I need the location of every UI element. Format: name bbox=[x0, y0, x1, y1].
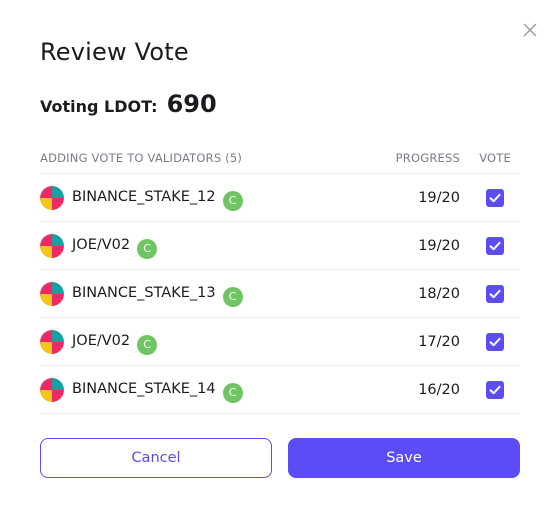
checkbox-check-icon bbox=[489, 289, 501, 299]
checkbox-check-icon bbox=[489, 385, 501, 395]
checkbox-check-icon bbox=[489, 241, 501, 251]
header-validators: ADDING VOTE TO VALIDATORS (5) bbox=[40, 151, 243, 165]
validator-progress: 19/20 bbox=[418, 190, 460, 206]
commission-badge: C bbox=[137, 335, 158, 355]
vote-checkbox[interactable] bbox=[486, 285, 504, 303]
table-header: ADDING VOTE TO VALIDATORS (5) PROGRESS V… bbox=[40, 151, 520, 165]
save-button[interactable]: Save bbox=[288, 438, 520, 478]
validator-name-text: JOE/V02 bbox=[72, 237, 131, 253]
commission-badge: C bbox=[222, 383, 243, 403]
close-icon[interactable] bbox=[522, 22, 538, 38]
validator-avatar-icon bbox=[40, 234, 64, 258]
validator-avatar-icon bbox=[40, 282, 64, 306]
validator-progress: 16/20 bbox=[418, 382, 460, 398]
table-row: JOE/V02 C 17/20 bbox=[40, 318, 520, 366]
validator-name-text: BINANCE_STAKE_13 bbox=[72, 285, 216, 301]
commission-badge: C bbox=[137, 239, 158, 259]
vote-checkbox[interactable] bbox=[486, 381, 504, 399]
voting-summary: Voting LDOT: 690 bbox=[40, 90, 217, 118]
voting-value: 690 bbox=[166, 90, 217, 118]
header-vote: VOTE bbox=[479, 151, 511, 165]
validator-avatar-icon bbox=[40, 186, 64, 210]
validator-name-text: BINANCE_STAKE_14 bbox=[72, 381, 216, 397]
validator-list: BINANCE_STAKE_12 C 19/20 JOE/V02 C 19/20 bbox=[40, 173, 520, 414]
commission-badge: C bbox=[222, 191, 243, 211]
validator-progress: 17/20 bbox=[418, 334, 460, 350]
validator-avatar-icon bbox=[40, 378, 64, 402]
table-row: BINANCE_STAKE_13 C 18/20 bbox=[40, 270, 520, 318]
validator-name-text: BINANCE_STAKE_12 bbox=[72, 189, 216, 205]
validator-avatar-icon bbox=[40, 330, 64, 354]
checkbox-check-icon bbox=[489, 337, 501, 347]
checkbox-check-icon bbox=[489, 193, 501, 203]
review-vote-dialog: Review Vote Voting LDOT: 690 ADDING VOTE… bbox=[0, 0, 560, 518]
dialog-title: Review Vote bbox=[40, 38, 189, 66]
validator-name-text: JOE/V02 bbox=[72, 333, 131, 349]
validator-progress: 18/20 bbox=[418, 286, 460, 302]
cancel-button[interactable]: Cancel bbox=[40, 438, 272, 478]
validator-name: JOE/V02 C bbox=[72, 237, 158, 259]
voting-label: Voting LDOT: bbox=[40, 97, 158, 116]
validator-name: BINANCE_STAKE_12 C bbox=[72, 189, 243, 211]
table-row: BINANCE_STAKE_14 C 16/20 bbox=[40, 366, 520, 414]
validator-name: JOE/V02 C bbox=[72, 333, 158, 355]
vote-checkbox[interactable] bbox=[486, 237, 504, 255]
header-progress: PROGRESS bbox=[395, 151, 460, 165]
table-row: BINANCE_STAKE_12 C 19/20 bbox=[40, 174, 520, 222]
commission-badge: C bbox=[222, 287, 243, 307]
validator-progress: 19/20 bbox=[418, 238, 460, 254]
validator-name: BINANCE_STAKE_14 C bbox=[72, 381, 243, 403]
vote-checkbox[interactable] bbox=[486, 333, 504, 351]
table-row: JOE/V02 C 19/20 bbox=[40, 222, 520, 270]
validator-name: BINANCE_STAKE_13 C bbox=[72, 285, 243, 307]
vote-checkbox[interactable] bbox=[486, 189, 504, 207]
